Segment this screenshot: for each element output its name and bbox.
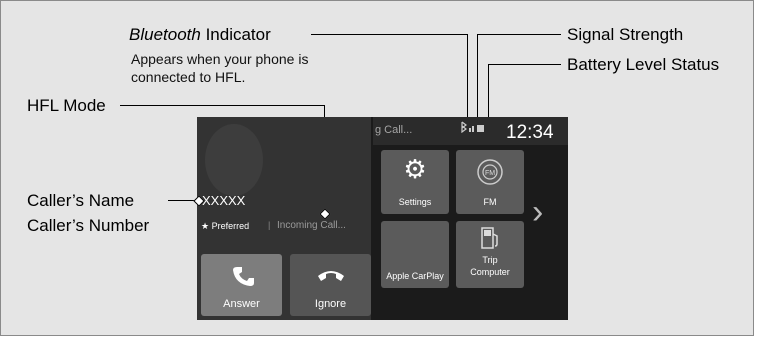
trip-computer-tile[interactable]: Trip Computer [456,221,524,288]
bluetooth-desc-line2: connected to HFL. [131,69,246,85]
battery-level-label: Battery Level Status [567,55,720,74]
hfl-screen: XXXXX ★ Preferred | Incoming Call... Ans… [197,117,568,320]
fm-icon-text: FM [485,170,495,177]
fm-radio-icon: FM [477,159,503,185]
carplay-tile[interactable]: Apple CarPlay [381,221,449,288]
caller-name-text: XXXXX [202,193,246,208]
signal-leader-v [477,34,478,119]
caller-avatar [205,124,263,196]
bluetooth-leader-v [467,34,468,119]
battery-leader-v [488,64,489,119]
fm-label: FM [483,197,497,207]
hfl-mode-label: HFL Mode [27,96,106,115]
header-call-text: g Call... [375,124,413,136]
battery-icon [477,125,484,132]
bluetooth-icon [461,121,467,133]
gear-icon: ⚙ [403,154,427,184]
clock: 12:34 [506,122,554,143]
phone-hangup-icon [318,271,344,281]
bluetooth-desc-line1: Appears when your phone is [131,51,309,67]
settings-tile[interactable]: ⚙ Settings [381,150,449,214]
signal-icon [469,128,471,132]
bluetooth-leader-h [311,34,468,35]
phone-answer-icon [233,267,254,286]
settings-label: Settings [398,197,432,207]
ignore-label: Ignore [314,298,347,310]
carplay-label: Apple CarPlay [386,271,444,281]
fm-tile[interactable]: FM FM [456,150,524,214]
fuel-pump-icon [481,227,498,249]
incoming-call-text: Incoming Call... [277,220,346,231]
callers-number-label: Caller’s Number [27,216,150,235]
bluetooth-italic-text: Bluetooth [129,25,201,44]
caller-panel: XXXXX ★ Preferred | Incoming Call... Ans… [197,117,371,320]
bluetooth-rest-text: Indicator [200,25,271,44]
signal-leader-h [477,34,561,35]
trip-label-line2: Computer [470,267,510,277]
trip-label-line1: Trip [482,255,498,265]
signal-strength-label: Signal Strength [567,25,684,44]
ignore-button[interactable]: Ignore [290,254,371,316]
callers-name-label: Caller’s Name [27,191,135,210]
battery-leader-h [488,64,561,65]
status-icons [461,121,484,133]
answer-label: Answer [223,298,260,310]
separator-text: | [268,220,271,230]
hfl-leader-h [120,105,325,106]
preferred-text: ★ Preferred [201,221,250,231]
next-page-arrow[interactable]: › [532,195,543,229]
answer-button[interactable]: Answer [201,254,282,316]
bluetooth-indicator-label: Bluetooth Indicator [129,25,271,45]
